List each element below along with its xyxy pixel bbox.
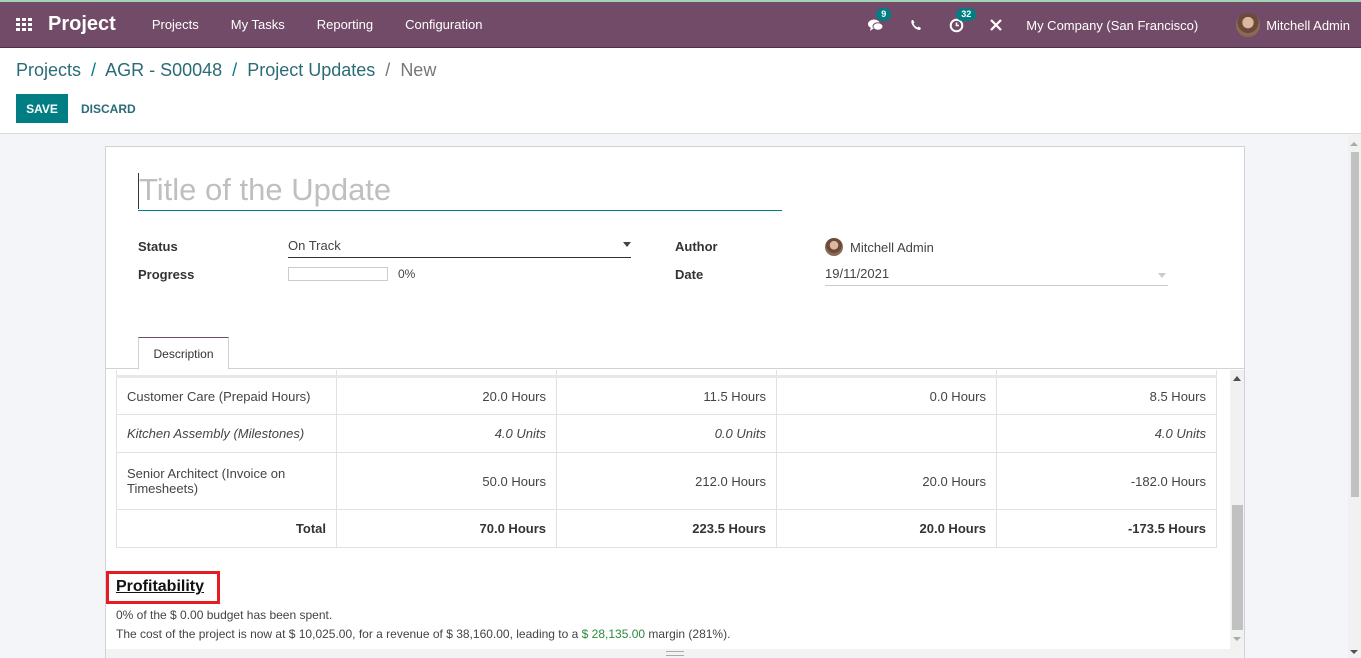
messages-badge: 9 <box>876 8 892 21</box>
status-value: On Track <box>288 238 341 253</box>
scrollbar-thumb[interactable] <box>1232 505 1243 630</box>
date-value: 19/11/2021 <box>825 266 890 281</box>
company-switcher[interactable]: My Company (San Francisco) <box>1026 18 1198 33</box>
breadcrumb-separator: / <box>227 60 243 80</box>
description-editor[interactable]: Customer Care (Prepaid Hours) 20.0 Hours… <box>106 370 1230 649</box>
title-placeholder: Title of the Update <box>139 171 392 207</box>
cost-text-suffix: margin (281%). <box>645 627 731 641</box>
cell: 0.0 Hours <box>776 376 997 415</box>
profitability-heading: Profitability <box>116 578 205 595</box>
breadcrumb-project-updates[interactable]: Project Updates <box>247 60 375 80</box>
clock-icon[interactable]: 32 <box>947 8 977 34</box>
breadcrumb-current: New <box>400 60 437 80</box>
breadcrumb: Projects / AGR - S00048 / Project Update… <box>16 60 436 81</box>
table-row: Customer Care (Prepaid Hours) 20.0 Hours… <box>116 376 1217 415</box>
editor-scrollbar[interactable] <box>1230 370 1244 649</box>
scroll-down-icon[interactable] <box>1233 637 1241 641</box>
cell: 20.0 Hours <box>336 376 557 415</box>
table-row: Senior Architect (Invoice on Timesheets)… <box>116 452 1217 510</box>
date-label: Date <box>675 267 704 282</box>
menu-projects[interactable]: Projects <box>136 17 215 32</box>
resize-handle-icon[interactable] <box>666 651 684 656</box>
menu-reporting[interactable]: Reporting <box>301 17 389 32</box>
app-name[interactable]: Project <box>48 13 116 36</box>
progress-value: 0% <box>398 267 416 281</box>
date-input[interactable]: 19/11/2021 <box>825 266 1168 286</box>
row-name: Kitchen Assembly (Milestones) <box>116 414 337 453</box>
apps-grid-icon[interactable] <box>16 17 34 32</box>
cell: -182.0 Hours <box>996 452 1217 510</box>
breadcrumb-separator: / <box>380 60 396 80</box>
author-field[interactable]: Mitchell Admin <box>825 238 934 256</box>
menu-my-tasks[interactable]: My Tasks <box>215 17 301 32</box>
cell: 4.0 Units <box>336 414 557 453</box>
form-sheet: Title of the Update Status On Track Prog… <box>105 146 1245 658</box>
row-name: Senior Architect (Invoice on Timesheets) <box>116 452 337 510</box>
cell: 8.5 Hours <box>996 376 1217 415</box>
hours-table: Customer Care (Prepaid Hours) 20.0 Hours… <box>116 370 1217 548</box>
cell: 223.5 Hours <box>556 509 777 548</box>
cost-text-prefix: The cost of the project is now at $ 10,0… <box>116 627 582 641</box>
breadcrumb-project[interactable]: AGR - S00048 <box>105 60 222 80</box>
notebook-tabs: Description <box>106 336 1244 370</box>
cell: 212.0 Hours <box>556 452 777 510</box>
status-label: Status <box>138 239 178 254</box>
activities-badge: 32 <box>956 8 977 21</box>
total-label: Total <box>116 509 337 548</box>
user-menu[interactable]: Mitchell Admin <box>1236 13 1350 37</box>
cell: 20.0 Hours <box>776 509 997 548</box>
scroll-up-icon[interactable] <box>1350 142 1358 146</box>
table-total-row: Total 70.0 Hours 223.5 Hours 20.0 Hours … <box>116 509 1217 548</box>
budget-text: 0% of the $ 0.00 budget has been spent. <box>116 608 333 622</box>
cell: -173.5 Hours <box>996 509 1217 548</box>
title-input[interactable]: Title of the Update <box>138 169 782 211</box>
row-name: Customer Care (Prepaid Hours) <box>116 376 337 415</box>
cell: 0.0 Units <box>556 414 777 453</box>
chat-bubbles-icon[interactable]: 9 <box>867 8 892 34</box>
cell: 70.0 Hours <box>336 509 557 548</box>
scrollbar-thumb[interactable] <box>1351 152 1359 497</box>
cost-text: The cost of the project is now at $ 10,0… <box>116 627 730 641</box>
user-name: Mitchell Admin <box>1266 17 1350 33</box>
cell: 50.0 Hours <box>336 452 557 510</box>
table-row: Kitchen Assembly (Milestones) 4.0 Units … <box>116 414 1217 453</box>
status-select[interactable]: On Track <box>288 238 631 258</box>
scroll-up-icon[interactable] <box>1233 376 1241 381</box>
chevron-down-icon <box>623 242 631 247</box>
avatar <box>825 238 843 256</box>
tools-icon[interactable] <box>987 16 1005 34</box>
discard-button[interactable]: DISCARD <box>81 94 136 123</box>
control-panel: Projects / AGR - S00048 / Project Update… <box>0 48 1361 134</box>
progress-label: Progress <box>138 267 195 282</box>
top-navbar: Project Projects My Tasks Reporting Conf… <box>0 0 1361 48</box>
save-button[interactable]: SAVE <box>16 94 68 123</box>
author-label: Author <box>675 239 718 254</box>
breadcrumb-projects[interactable]: Projects <box>16 60 81 80</box>
author-value: Mitchell Admin <box>850 239 934 255</box>
cell <box>776 414 997 453</box>
cell: 11.5 Hours <box>556 376 777 415</box>
phone-icon[interactable] <box>907 16 925 34</box>
margin-amount: $ 28,135.00 <box>581 627 646 641</box>
text-caret <box>138 173 139 209</box>
cell: 4.0 Units <box>996 414 1217 453</box>
tab-description[interactable]: Description <box>138 337 229 370</box>
chevron-down-icon <box>1158 273 1166 278</box>
cell: 20.0 Hours <box>776 452 997 510</box>
menu-configuration[interactable]: Configuration <box>389 17 498 32</box>
avatar <box>1236 13 1261 37</box>
main-menu: Projects My Tasks Reporting Configuratio… <box>136 17 499 32</box>
systray: 9 32 My Company (San Francisco) Mitchell… <box>856 2 1361 48</box>
progress-bar[interactable] <box>288 267 388 281</box>
scroll-down-icon[interactable] <box>1350 650 1358 654</box>
page-scrollbar[interactable] <box>1348 135 1361 658</box>
breadcrumb-separator: / <box>86 60 102 80</box>
